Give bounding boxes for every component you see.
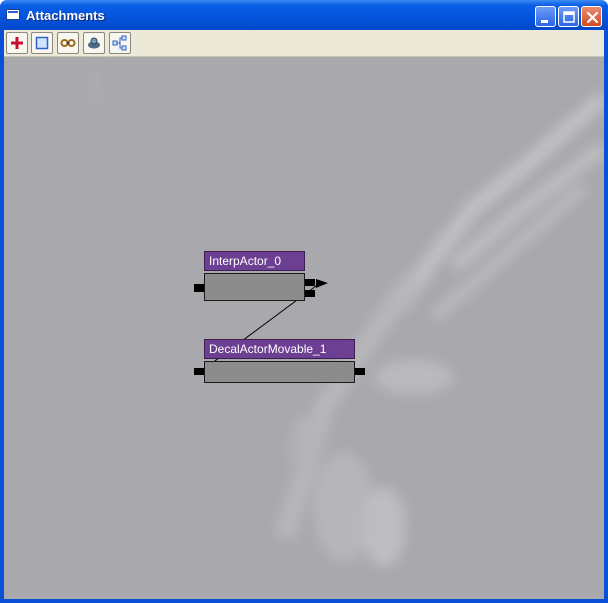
- output-connector[interactable]: [305, 279, 315, 286]
- box-select-button[interactable]: [31, 32, 53, 54]
- link-button[interactable]: [57, 32, 79, 54]
- output-connector[interactable]: [305, 290, 315, 297]
- input-connector[interactable]: [194, 368, 204, 375]
- title-bar[interactable]: Attachments: [0, 0, 608, 30]
- tree-layout-button[interactable]: [109, 32, 131, 54]
- graph-canvas[interactable]: InterpActor_0 DecalActorMovable_1: [4, 57, 604, 599]
- maximize-icon: [563, 11, 575, 23]
- add-icon: [11, 37, 23, 49]
- close-button[interactable]: [581, 6, 602, 27]
- minimize-button[interactable]: [535, 6, 556, 27]
- connection-wire: [199, 279, 328, 373]
- tree-layout-icon: [112, 35, 127, 51]
- actor-button[interactable]: [83, 32, 105, 54]
- box-select-icon: [35, 36, 49, 50]
- link-icon: [60, 39, 76, 47]
- window-title: Attachments: [26, 8, 105, 23]
- window-icon: [6, 9, 20, 20]
- actor-icon: [88, 37, 100, 49]
- maximize-button[interactable]: [558, 6, 579, 27]
- node-body[interactable]: [204, 273, 305, 301]
- node-title[interactable]: DecalActorMovable_1: [204, 339, 355, 359]
- minimize-icon: [541, 20, 548, 23]
- input-connector[interactable]: [194, 284, 204, 292]
- close-icon: [586, 11, 599, 24]
- output-connector[interactable]: [355, 368, 365, 375]
- add-button[interactable]: [6, 32, 28, 54]
- attachments-window: Attachments InterpActor_0 DecalActorMova…: [0, 0, 608, 603]
- toolbar: [4, 30, 604, 57]
- node-title[interactable]: InterpActor_0: [204, 251, 305, 271]
- node-body[interactable]: [204, 361, 355, 383]
